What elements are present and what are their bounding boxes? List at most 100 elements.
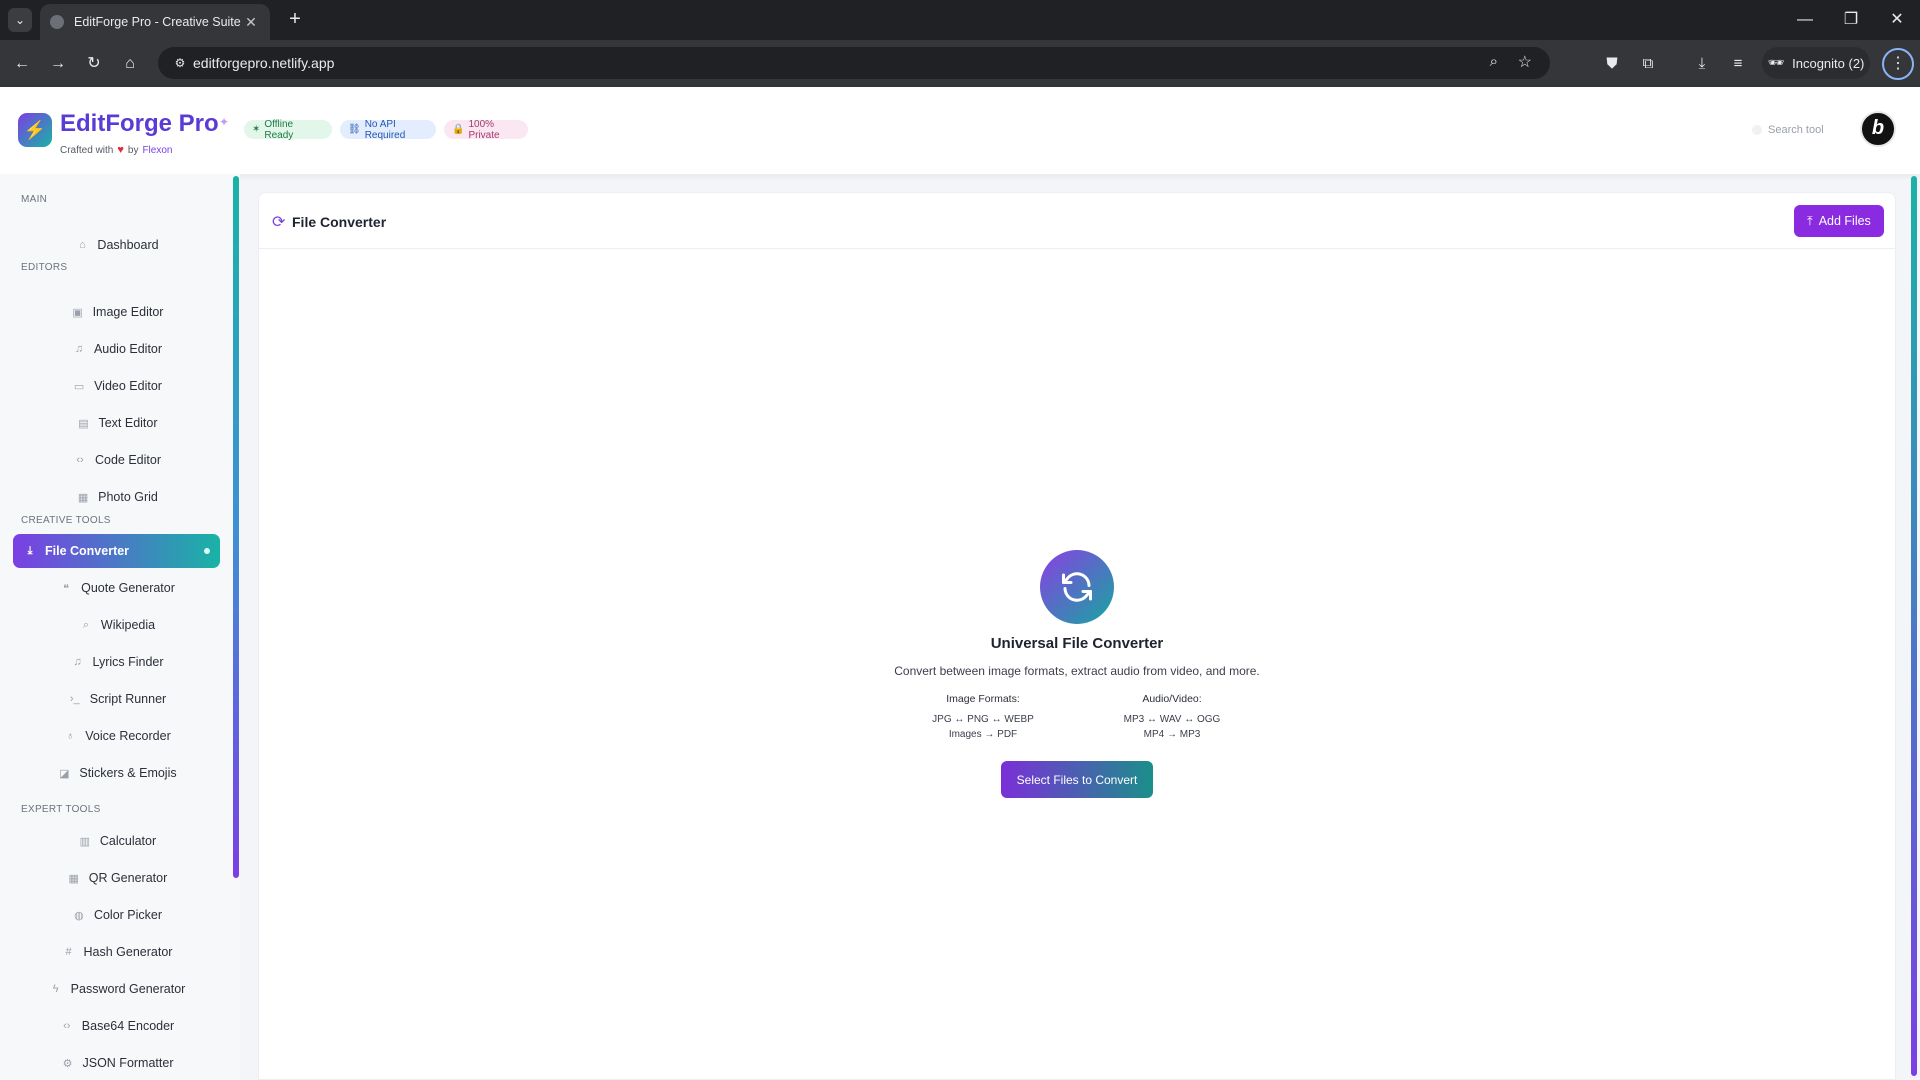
sidebar-item-image-editor[interactable]: ▣ Image Editor: [14, 297, 220, 327]
sidebar-item-lyrics-finder[interactable]: ♫ Lyrics Finder: [14, 647, 220, 677]
extensions-icon[interactable]: ⧉: [1634, 50, 1662, 78]
favicon-icon: [50, 15, 64, 29]
sidebar-item-video-editor[interactable]: ▭ Video Editor: [14, 371, 220, 401]
download-icon: ⤓: [27, 544, 33, 557]
sidebar-item-password-generator[interactable]: ϟ Password Generator: [14, 974, 220, 1004]
sidebar-item-color-picker[interactable]: ◍ Color Picker: [14, 900, 220, 930]
sidebar-item-label: Color Picker: [93, 908, 163, 922]
sidebar-item-json-formatter[interactable]: ⚙ JSON Formatter: [14, 1048, 220, 1078]
sidebar-item-photo-grid[interactable]: ▦ Photo Grid: [14, 482, 220, 512]
heart-icon: ♥: [117, 144, 124, 156]
convert-refresh-icon: [1040, 550, 1114, 624]
sidebar-item-label: Wikipedia: [100, 618, 156, 632]
browser-tab[interactable]: EditForge Pro - Creative Suite ✕: [40, 4, 270, 40]
sidebar-item-dashboard[interactable]: ⌂ Dashboard: [14, 230, 220, 260]
search-icon: ⌕: [82, 618, 89, 631]
sidebar-item-voice-recorder[interactable]: ♁ Voice Recorder: [14, 721, 220, 751]
crafted-prefix: Crafted with: [60, 144, 114, 156]
tab-search-icon[interactable]: ⌄: [8, 8, 32, 32]
refresh-icon: ⟳: [272, 214, 286, 231]
browser-chrome: ⌄ EditForge Pro - Creative Suite ✕ + — ❐…: [0, 0, 1920, 87]
url-text[interactable]: editforgepro.netlify.app: [193, 55, 334, 71]
sidebar-item-qr-generator[interactable]: ▦ QR Generator: [14, 863, 220, 893]
sidebar-item-script-runner[interactable]: ›_ Script Runner: [14, 684, 220, 714]
sidebar-item-file-converter[interactable]: ⤓ File Converter: [13, 534, 220, 568]
avatar[interactable]: b: [1860, 111, 1896, 147]
image-format-line: JPG ↔ PNG ↔ WEBP: [932, 714, 1034, 725]
home-icon: ⌂: [79, 239, 86, 251]
sidebar-item-label: JSON Formatter: [82, 1056, 174, 1070]
home-icon[interactable]: ⌂: [116, 50, 144, 78]
video-icon: ▭: [73, 380, 85, 393]
bolt-logo-icon[interactable]: ⚡: [18, 113, 52, 147]
sidebar-item-calculator[interactable]: ▥ Calculator: [14, 826, 220, 856]
address-bar[interactable]: ⚙ editforgepro.netlify.app ⌕ ☆: [158, 47, 1550, 79]
audio-video-heading: Audio/Video:: [1142, 693, 1202, 705]
active-dot-icon: [204, 548, 210, 554]
sidebar-item-label: Password Generator: [70, 982, 186, 996]
section-editors: EDITORS: [21, 262, 68, 273]
sidebar-item-quote-generator[interactable]: ❝ Quote Generator: [14, 573, 220, 603]
add-files-label: Add Files: [1818, 214, 1871, 228]
shield-extension-icon[interactable]: ⛊: [1598, 50, 1626, 78]
sparkle-badge-icon: ✶: [252, 124, 261, 135]
brand-title[interactable]: EditForge Pro: [60, 110, 219, 138]
zoom-icon[interactable]: ⌕: [1490, 53, 1498, 70]
minimize-icon[interactable]: —: [1782, 6, 1828, 34]
sidebar-item-label: Code Editor: [94, 453, 161, 467]
page-scrollbar[interactable]: [1911, 176, 1917, 1076]
search-input[interactable]: Search tool: [1740, 118, 1848, 142]
sidebar-item-label: Video Editor: [94, 379, 162, 393]
settings-icon: ⚙: [62, 1057, 73, 1070]
sidebar-item-stickers-emojis[interactable]: ◪ Stickers & Emojis: [14, 758, 220, 788]
image-formats-heading: Image Formats:: [946, 693, 1020, 705]
author-link[interactable]: Flexon: [142, 145, 172, 156]
hero-title: Universal File Converter: [990, 635, 1164, 652]
add-files-button[interactable]: ⤒ Add Files: [1794, 205, 1884, 237]
sidebar-item-label: Script Runner: [89, 692, 167, 706]
forward-icon[interactable]: →: [44, 50, 72, 78]
tab-title: EditForge Pro - Creative Suite: [74, 15, 241, 29]
sidebar-item-label: Image Editor: [92, 305, 164, 319]
site-info-icon[interactable]: ⚙: [170, 53, 190, 73]
qr-code-icon: ▦: [68, 872, 79, 885]
sidebar-item-hash-generator[interactable]: # Hash Generator: [14, 937, 220, 967]
search-icon: [1752, 125, 1762, 135]
sidebar-item-wikipedia[interactable]: ⌕ Wikipedia: [14, 610, 220, 640]
reload-icon[interactable]: ↻: [80, 50, 108, 78]
bookmark-star-icon[interactable]: ☆: [1518, 52, 1532, 72]
back-icon[interactable]: ←: [8, 50, 36, 78]
section-expert-tools: EXPERT TOOLS: [21, 804, 101, 815]
sidebar-item-label: Base64 Encoder: [81, 1019, 175, 1033]
sidebar-item-audio-editor[interactable]: ♫ Audio Editor: [14, 334, 220, 364]
image-format-line: Images → PDF: [948, 729, 1018, 740]
link-badge-icon: ⛓: [348, 124, 361, 135]
incognito-indicator[interactable]: 🕶 Incognito (2): [1762, 47, 1870, 79]
close-window-icon[interactable]: ✕: [1874, 6, 1920, 34]
sidebar-item-label: Hash Generator: [83, 945, 173, 959]
sparkle-icon: ✦: [219, 115, 230, 129]
browser-menu-icon[interactable]: ⋮: [1882, 48, 1914, 80]
sidebar-scrollbar[interactable]: [233, 176, 239, 878]
sidebar-item-text-editor[interactable]: ▤ Text Editor: [14, 408, 220, 438]
badge-label: 100% Private: [468, 118, 500, 141]
crafted-by-line: Crafted with ♥ by Flexon: [60, 144, 172, 156]
search-placeholder: Search tool: [1768, 124, 1824, 136]
crafted-by: by: [127, 144, 139, 156]
sidebar-item-base64-encoder[interactable]: ‹› Base64 Encoder: [14, 1011, 220, 1041]
image-icon: ▣: [72, 306, 83, 319]
sidebar-item-label: Text Editor: [98, 416, 158, 430]
restore-icon[interactable]: ❐: [1828, 6, 1874, 34]
hero-description: Convert between image formats, extract a…: [894, 664, 1260, 678]
select-files-button[interactable]: Select Files to Convert: [1001, 761, 1153, 798]
new-tab-icon[interactable]: +: [283, 8, 307, 32]
quote-icon: ❝: [63, 582, 70, 595]
media-control-icon[interactable]: ≡: [1724, 50, 1752, 78]
sidebar-item-code-editor[interactable]: ‹› Code Editor: [14, 445, 220, 475]
sidebar-item-label: Audio Editor: [93, 342, 163, 356]
tab-close-icon[interactable]: ✕: [242, 14, 260, 31]
download-icon[interactable]: ⤓: [1688, 50, 1716, 78]
section-creative-tools: CREATIVE TOOLS: [21, 515, 111, 526]
palette-icon: ◍: [74, 909, 84, 922]
incognito-label: Incognito (2): [1792, 55, 1865, 71]
